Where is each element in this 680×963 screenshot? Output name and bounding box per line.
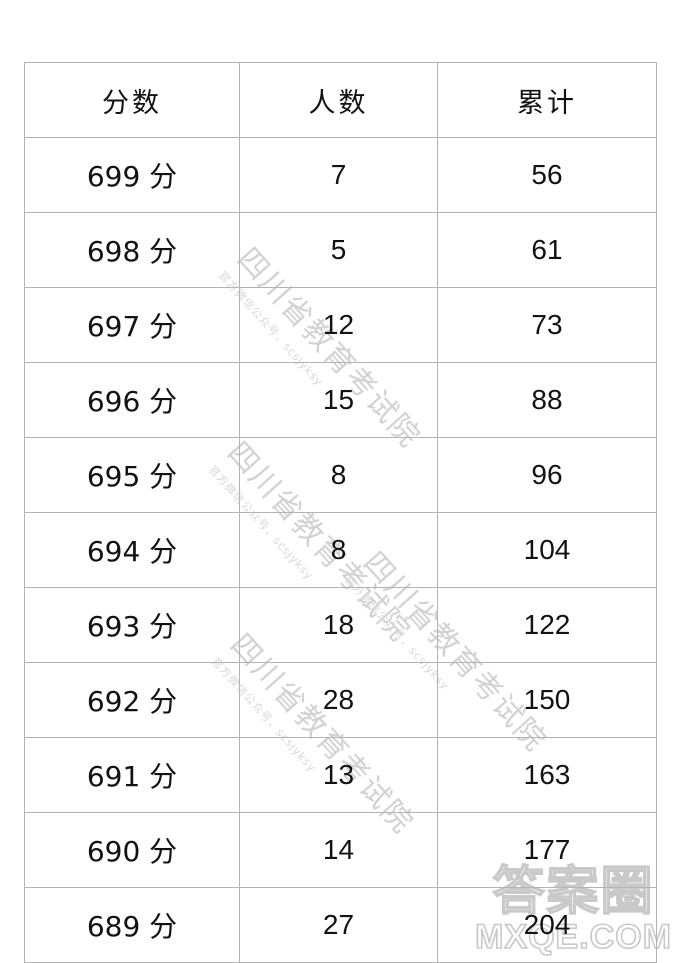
cell-count: 8: [239, 512, 438, 588]
cell-count: 13: [239, 737, 438, 813]
cell-score: 690 分: [24, 812, 240, 888]
cell-cumulative: 96: [437, 437, 657, 513]
cell-score: 697 分: [24, 287, 240, 363]
column-header-count: 人数: [239, 62, 438, 138]
cell-count: 12: [239, 287, 438, 363]
cell-cumulative: 88: [437, 362, 657, 438]
score-table-container: 分数 人数 累计 699 分 7 56 698 分 5 61 697 分 12 73 696 分1…: [24, 62, 657, 963]
cell-cumulative: 122: [437, 587, 657, 663]
column-header-score: 分数: [24, 62, 240, 138]
cell-count: 18: [239, 587, 438, 663]
table-row: 698 分 5 61: [24, 212, 657, 288]
cell-count: 5: [239, 212, 438, 288]
cell-count: 28: [239, 662, 438, 738]
table-body: 699 分 7 56 698 分 5 61 697 分 12 73 696 分 15 88 695 分8…: [24, 137, 657, 963]
cell-count: 7: [239, 137, 438, 213]
cell-cumulative: 61: [437, 212, 657, 288]
table-row: 694 分 8 104: [24, 512, 657, 588]
cell-cumulative: 104: [437, 512, 657, 588]
cell-cumulative: 73: [437, 287, 657, 363]
table-row: 696 分 15 88: [24, 362, 657, 438]
table-header-row: 分数 人数 累计: [24, 62, 657, 138]
cell-cumulative: 163: [437, 737, 657, 813]
cell-score: 691 分: [24, 737, 240, 813]
cell-count: 27: [239, 887, 438, 963]
cell-score: 694 分: [24, 512, 240, 588]
table-row: 697 分 12 73: [24, 287, 657, 363]
table-row: 690 分 14 177: [24, 812, 657, 888]
table-row: 692 分 28 150: [24, 662, 657, 738]
cell-count: 8: [239, 437, 438, 513]
score-distribution-table: 分数 人数 累计 699 分 7 56 698 分 5 61 697 分 12 73 696 分1…: [24, 62, 657, 963]
table-row: 689 分 27 204: [24, 887, 657, 963]
table-row: 693 分 18 122: [24, 587, 657, 663]
cell-cumulative: 204: [437, 887, 657, 963]
table-row: 695 分 8 96: [24, 437, 657, 513]
cell-score: 693 分: [24, 587, 240, 663]
cell-cumulative: 150: [437, 662, 657, 738]
cell-score: 689 分: [24, 887, 240, 963]
cell-score: 698 分: [24, 212, 240, 288]
cell-score: 695 分: [24, 437, 240, 513]
table-row: 699 分 7 56: [24, 137, 657, 213]
cell-score: 692 分: [24, 662, 240, 738]
cell-count: 15: [239, 362, 438, 438]
cell-score: 696 分: [24, 362, 240, 438]
cell-cumulative: 177: [437, 812, 657, 888]
cell-count: 14: [239, 812, 438, 888]
column-header-cumulative: 累计: [437, 62, 657, 138]
cell-score: 699 分: [24, 137, 240, 213]
table-row: 691 分 13 163: [24, 737, 657, 813]
cell-cumulative: 56: [437, 137, 657, 213]
